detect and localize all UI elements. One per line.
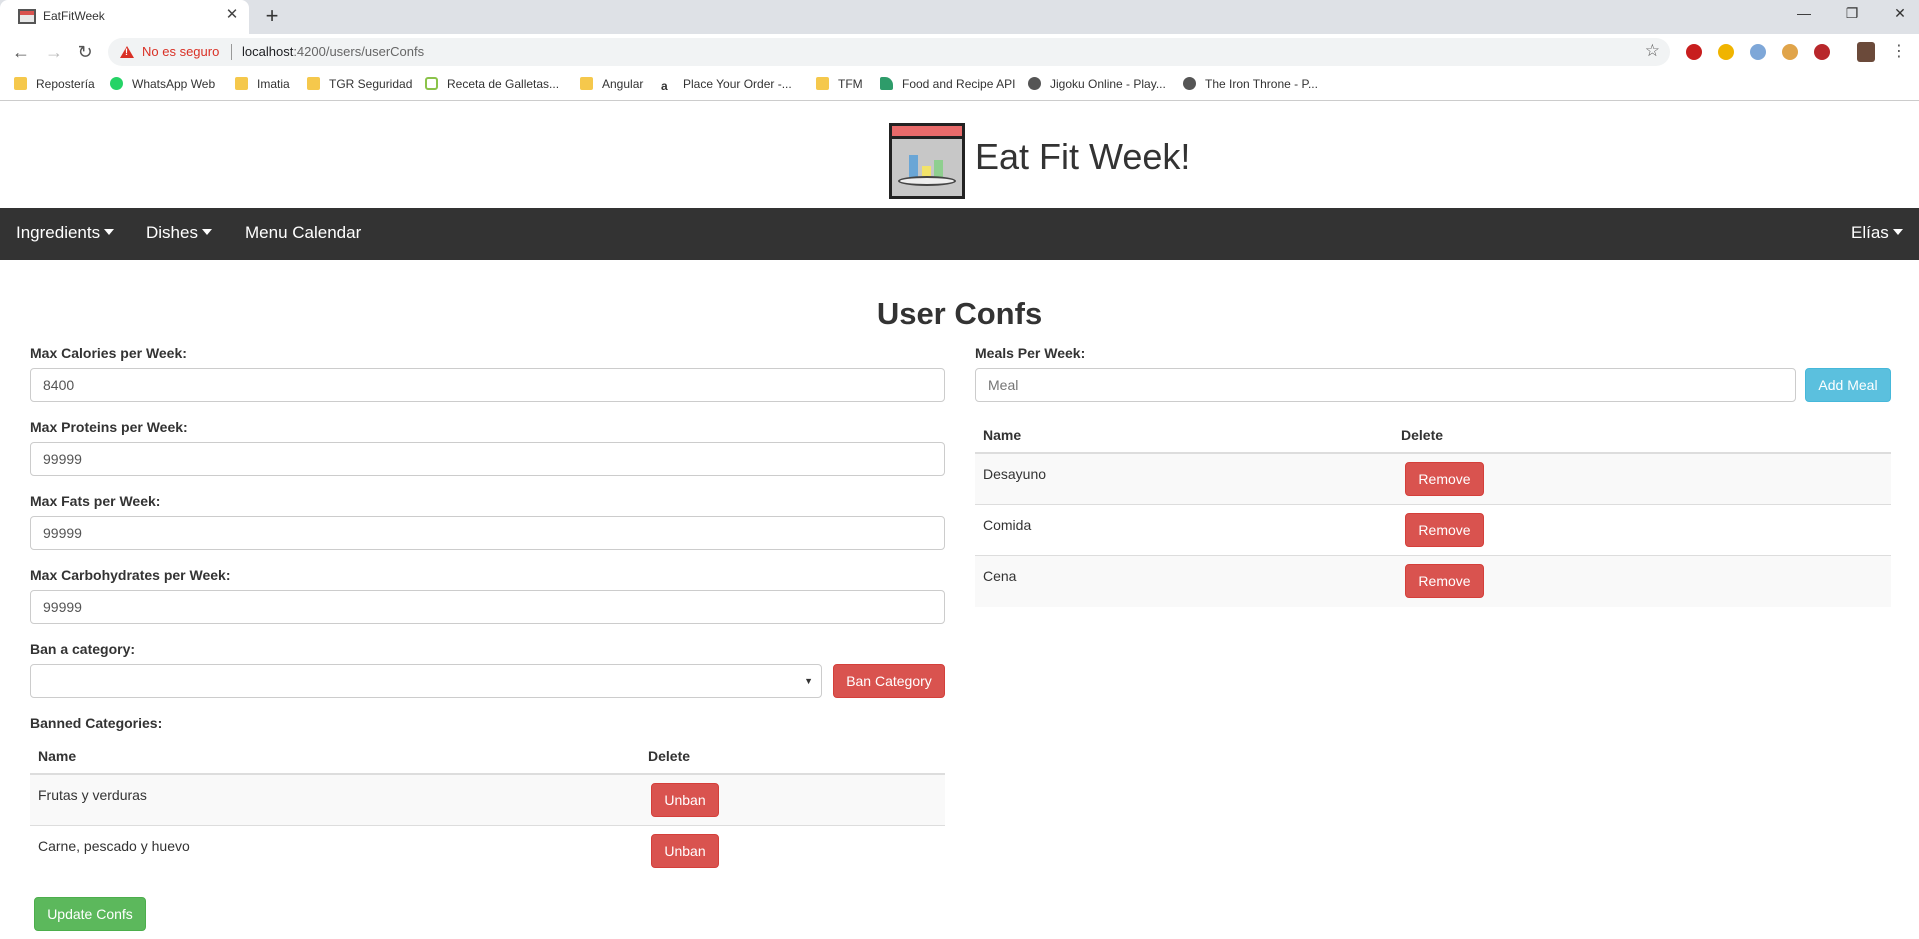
site-title: Eat Fit Week! bbox=[975, 136, 1191, 177]
category-select[interactable]: ▼ bbox=[30, 664, 822, 698]
forward-arrow-icon[interactable]: → bbox=[43, 41, 65, 63]
column-header-name: Name bbox=[38, 748, 77, 764]
bookmark-item[interactable]: Angular bbox=[580, 77, 643, 91]
category-name: Carne, pescado y huevo bbox=[38, 838, 190, 854]
extension-icon[interactable] bbox=[1750, 44, 1766, 60]
nav-ingredients-dropdown[interactable]: Ingredients bbox=[16, 223, 115, 243]
meal-name: Comida bbox=[983, 517, 1032, 533]
bookmark-item[interactable]: Imatia bbox=[235, 77, 290, 91]
calendar-favicon-icon bbox=[18, 9, 36, 24]
bookmarks-bar: Repostería WhatsApp Web Imatia TGR Segur… bbox=[0, 70, 1919, 101]
warning-icon bbox=[120, 46, 134, 58]
profile-avatar[interactable] bbox=[1857, 42, 1875, 62]
bookmark-item[interactable]: Food and Recipe API bbox=[880, 77, 1015, 91]
restore-icon[interactable]: ❐ bbox=[1840, 5, 1864, 25]
dropdown-arrow-icon: ▼ bbox=[804, 676, 813, 686]
close-tab-icon[interactable]: ✕ bbox=[224, 7, 240, 23]
max-calories-label: Max Calories per Week: bbox=[30, 345, 187, 361]
bookmark-item[interactable]: WhatsApp Web bbox=[110, 77, 215, 91]
max-calories-input[interactable]: 8400 bbox=[30, 368, 945, 402]
url-path: :4200/users/userConfs bbox=[293, 44, 425, 59]
browser-tab[interactable]: EatFitWeek ✕ bbox=[0, 0, 249, 34]
browser-tabstrip: EatFitWeek ✕ + — ❐ ✕ bbox=[0, 0, 1919, 34]
nav-menu-calendar[interactable]: Menu Calendar bbox=[245, 223, 361, 243]
bookmark-item[interactable]: TGR Seguridad bbox=[307, 77, 412, 91]
add-meal-button[interactable]: Add Meal bbox=[1805, 368, 1891, 402]
bookmark-item[interactable]: Jigoku Online - Play... bbox=[1028, 77, 1166, 91]
max-fats-input[interactable]: 99999 bbox=[30, 516, 945, 550]
bookmark-star-icon[interactable]: ☆ bbox=[1645, 41, 1660, 61]
new-tab-icon[interactable]: + bbox=[260, 5, 284, 29]
update-confs-button[interactable]: Update Confs bbox=[34, 897, 146, 931]
bookmark-item[interactable]: TFM bbox=[816, 77, 863, 91]
folder-icon bbox=[580, 77, 593, 90]
site-header: Eat Fit Week! bbox=[0, 102, 1919, 208]
url-host: localhost bbox=[242, 44, 294, 59]
nav-dishes-dropdown[interactable]: Dishes bbox=[146, 223, 212, 243]
column-header-name: Name bbox=[983, 427, 1022, 443]
moon-extension-icon[interactable] bbox=[1718, 44, 1734, 60]
ban-category-label: Ban a category: bbox=[30, 641, 136, 657]
bookmark-item[interactable]: a Place Your Order -... bbox=[661, 77, 792, 93]
max-carbs-input[interactable]: 99999 bbox=[30, 590, 945, 624]
red-extension-icon[interactable] bbox=[1814, 44, 1830, 60]
bookmark-item[interactable]: The Iron Throne - P... bbox=[1183, 77, 1318, 91]
whatsapp-icon bbox=[110, 77, 123, 90]
unban-button[interactable]: Unban bbox=[651, 834, 719, 868]
recipe-site-icon bbox=[425, 77, 438, 90]
browser-menu-icon[interactable]: ⋮ bbox=[1891, 41, 1907, 61]
remove-meal-button[interactable]: Remove bbox=[1405, 462, 1484, 496]
bookmark-item[interactable]: Repostería bbox=[14, 77, 95, 91]
url-divider bbox=[231, 44, 232, 60]
table-row: Desayuno Remove bbox=[975, 454, 1891, 505]
table-row: Carne, pescado y huevo Unban bbox=[30, 826, 945, 877]
main-navbar: Ingredients Dishes Menu Calendar Elías bbox=[0, 208, 1919, 260]
meal-name: Cena bbox=[983, 568, 1017, 584]
browser-toolbar: ← → ↻ No es seguro localhost:4200/users/… bbox=[0, 34, 1919, 70]
max-proteins-label: Max Proteins per Week: bbox=[30, 419, 188, 435]
max-fats-label: Max Fats per Week: bbox=[30, 493, 161, 509]
column-header-delete: Delete bbox=[648, 748, 691, 764]
folder-icon bbox=[235, 77, 248, 90]
caret-down-icon bbox=[201, 229, 212, 235]
caret-down-icon bbox=[104, 229, 115, 235]
table-row: Frutas y verduras Unban bbox=[30, 775, 945, 826]
adblock-extension-icon[interactable] bbox=[1686, 44, 1702, 60]
address-bar[interactable]: No es seguro localhost:4200/users/userCo… bbox=[108, 38, 1670, 66]
category-name: Frutas y verduras bbox=[38, 787, 147, 803]
column-header-delete: Delete bbox=[1401, 427, 1444, 443]
folder-icon bbox=[816, 77, 829, 90]
calendar-logo-icon bbox=[889, 123, 965, 199]
max-proteins-input[interactable]: 99999 bbox=[30, 442, 945, 476]
caret-down-icon bbox=[1892, 229, 1903, 235]
bookmark-item[interactable]: Receta de Galletas... bbox=[425, 77, 559, 91]
window-close-icon[interactable]: ✕ bbox=[1888, 5, 1912, 25]
minimize-icon[interactable]: — bbox=[1792, 5, 1816, 25]
folder-icon bbox=[14, 77, 27, 90]
tab-title: EatFitWeek bbox=[43, 9, 105, 23]
meals-per-week-label: Meals Per Week: bbox=[975, 345, 1086, 361]
table-row: Comida Remove bbox=[975, 505, 1891, 556]
meal-name: Desayuno bbox=[983, 466, 1047, 482]
reload-icon[interactable]: ↻ bbox=[74, 41, 96, 63]
remove-meal-button[interactable]: Remove bbox=[1405, 564, 1484, 598]
ban-category-button[interactable]: Ban Category bbox=[833, 664, 945, 698]
food-api-icon bbox=[880, 77, 893, 90]
folder-icon bbox=[307, 77, 320, 90]
back-arrow-icon[interactable]: ← bbox=[10, 41, 32, 63]
nav-user-dropdown[interactable]: Elías bbox=[1851, 223, 1903, 243]
globe-icon bbox=[1028, 77, 1041, 90]
banned-categories-label: Banned Categories: bbox=[30, 715, 163, 731]
table-row: Cena Remove bbox=[975, 556, 1891, 607]
globe-icon bbox=[1183, 77, 1196, 90]
max-carbs-label: Max Carbohydrates per Week: bbox=[30, 567, 231, 583]
page-title: User Confs bbox=[876, 296, 1043, 331]
meal-input[interactable] bbox=[975, 368, 1796, 402]
unban-button[interactable]: Unban bbox=[651, 783, 719, 817]
security-status[interactable]: No es seguro bbox=[142, 44, 219, 59]
cookie-extension-icon[interactable] bbox=[1782, 44, 1798, 60]
amazon-icon: a bbox=[661, 79, 668, 93]
remove-meal-button[interactable]: Remove bbox=[1405, 513, 1484, 547]
url-text[interactable]: localhost:4200/users/userConfs bbox=[242, 44, 424, 59]
